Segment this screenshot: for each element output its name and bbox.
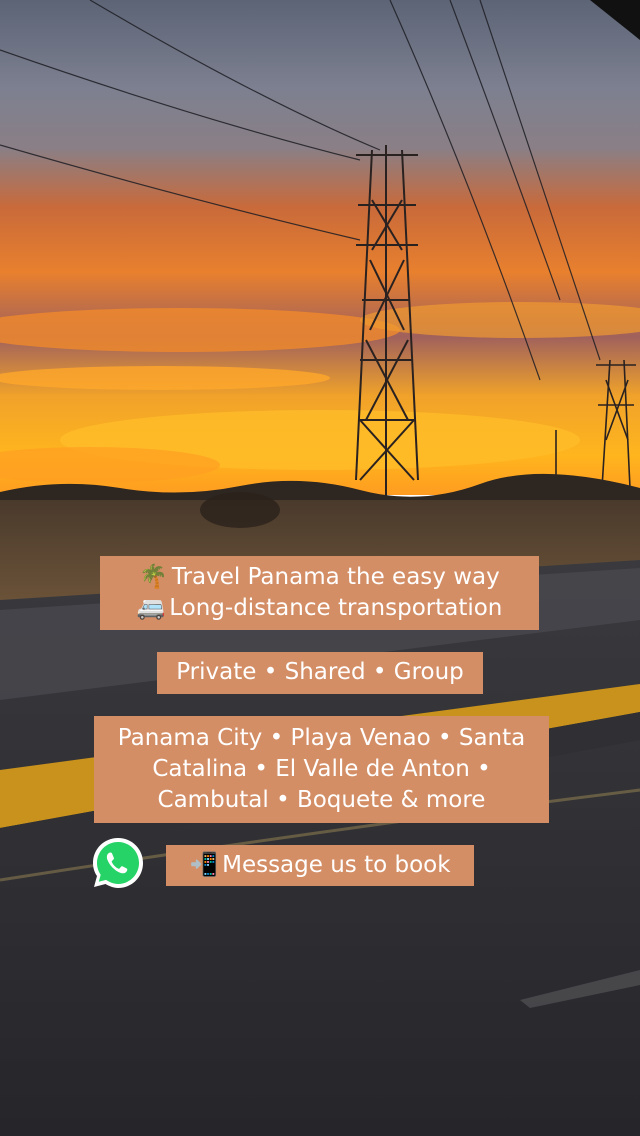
palm-tree-icon: 🌴: [139, 564, 168, 590]
van-icon: 🚐: [136, 595, 166, 621]
mobile-phone-arrow-icon: 📲: [189, 852, 219, 878]
services-text: Private • Shared • Group: [176, 659, 464, 685]
destinations-line-2: Catalina • El Valle de Anton •: [152, 756, 491, 782]
destinations-line-3: Cambutal • Boquete & more: [157, 787, 486, 813]
headline-caption: 🌴 Travel Panama the easy way 🚐 Long-distan…: [100, 556, 539, 630]
headline-line-1: 🌴 Travel Panama the easy way: [110, 562, 529, 593]
whatsapp-icon[interactable]: [89, 834, 147, 892]
cta-text: Message us to book: [222, 852, 451, 878]
headline-line-2: 🚐 Long-distance transportation: [110, 593, 529, 624]
services-caption: Private • Shared • Group: [157, 652, 483, 694]
destinations-caption: Panama City • Playa Venao • Santa Catali…: [94, 716, 549, 823]
cta-caption[interactable]: 📲 Message us to book: [166, 845, 474, 886]
destinations-line-1: Panama City • Playa Venao • Santa: [117, 725, 526, 751]
